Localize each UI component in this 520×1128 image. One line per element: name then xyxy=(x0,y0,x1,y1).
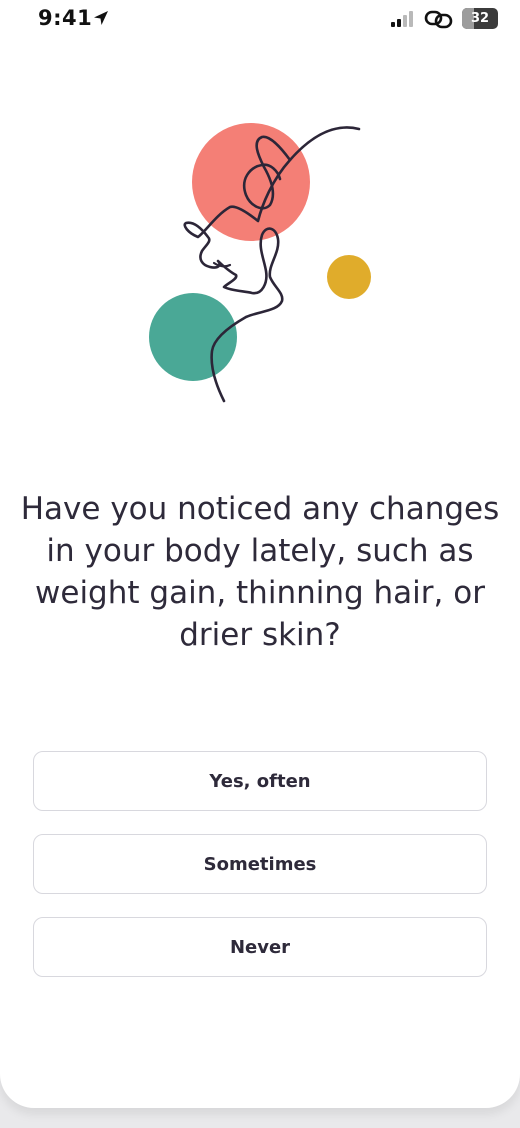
question-text: Have you noticed any changes in your bod… xyxy=(20,491,500,653)
teal-circle xyxy=(149,293,237,381)
link-icon xyxy=(424,10,453,29)
status-bar: 9:41 32 xyxy=(0,0,520,40)
cellular-signal-icon xyxy=(391,11,413,27)
option-never-button[interactable]: Never xyxy=(33,917,487,977)
face-line-art-illustration xyxy=(149,123,371,403)
battery-level-text: 32 xyxy=(470,11,490,26)
location-arrow-icon xyxy=(94,11,108,25)
phone-screen: 9:41 32 Have you noticed any changes in … xyxy=(0,0,520,1108)
battery-icon: 32 xyxy=(462,8,498,29)
answer-options: Yes, often Sometimes Never xyxy=(33,751,487,1000)
mustard-circle xyxy=(327,255,371,299)
option-yes-often-button[interactable]: Yes, often xyxy=(33,751,487,811)
status-time: 9:41 xyxy=(38,6,93,30)
option-sometimes-button[interactable]: Sometimes xyxy=(33,834,487,894)
